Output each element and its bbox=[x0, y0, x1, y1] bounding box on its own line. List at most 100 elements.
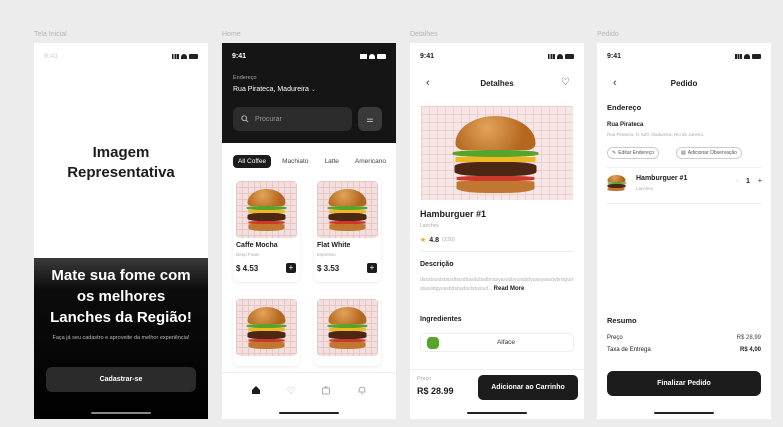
image-placeholder-text: Imagem Representativa bbox=[34, 143, 208, 183]
chip-all-coffee[interactable]: All Coffee bbox=[233, 155, 272, 168]
edit-address-button[interactable]: ✎ Editar Endereço bbox=[607, 147, 660, 159]
page-title: Pedido bbox=[670, 79, 698, 88]
image-placeholder-line: Representativa bbox=[67, 164, 175, 181]
price-label: Preço bbox=[417, 376, 432, 382]
bag-icon[interactable] bbox=[321, 385, 331, 398]
product-category: Lanches bbox=[420, 223, 439, 229]
product-card[interactable]: Caffe Mocha Deep Foam $ 4.53 + bbox=[233, 178, 300, 282]
category-chips: All Coffee Machiato Latte Americano bbox=[233, 155, 396, 168]
burger-image bbox=[317, 299, 378, 356]
details-screen: 9:41 ‹ Detalhes ♡ Hamburguer #1 Lanches … bbox=[410, 43, 584, 419]
add-button[interactable]: + bbox=[286, 263, 296, 273]
search-input[interactable]: Procurar bbox=[233, 107, 352, 131]
splash-headline: Mate sua fome com os melhores Lanches da… bbox=[34, 265, 208, 328]
finish-order-button[interactable]: Finalizar Pedido bbox=[607, 371, 761, 396]
signal-icon bbox=[172, 53, 179, 59]
home-indicator bbox=[91, 412, 151, 414]
status-time: 9:41 bbox=[44, 52, 59, 60]
status-bar: 9:41 bbox=[607, 51, 761, 61]
divider bbox=[607, 167, 761, 168]
status-bar: 9:41 bbox=[44, 51, 198, 61]
decrease-button[interactable]: - bbox=[736, 178, 738, 185]
status-time: 9:41 bbox=[420, 52, 435, 60]
add-note-label: Adicionar Observação bbox=[687, 150, 737, 156]
bell-icon[interactable] bbox=[357, 385, 367, 398]
battery-icon bbox=[189, 53, 198, 59]
signal-icon bbox=[548, 53, 555, 59]
headline-line: Mate sua fome com bbox=[51, 267, 191, 284]
edit-icon: ✎ bbox=[612, 150, 617, 156]
burger-image bbox=[236, 181, 297, 238]
order-item-category: Lanches bbox=[636, 186, 654, 191]
frame-label-home: Home bbox=[222, 31, 241, 38]
chip-americano[interactable]: Americano bbox=[350, 155, 391, 168]
street-detail: Rua Pirateca, N. 620, Madureira, Rio de … bbox=[607, 132, 705, 137]
chip-machiato[interactable]: Machiato bbox=[277, 155, 313, 168]
battery-icon bbox=[752, 53, 761, 59]
splash-subtitle: Faça já seu cadastro e aproveite da melh… bbox=[52, 335, 190, 341]
price-row: Preço R$ 28,99 bbox=[607, 335, 761, 341]
description-heading: Descrição bbox=[420, 261, 454, 268]
product-name: Flat White bbox=[317, 242, 351, 249]
home-indicator bbox=[654, 412, 714, 414]
order-item-name: Hamburguer #1 bbox=[636, 175, 688, 182]
add-note-button[interactable]: ▤ Adicionar Observação bbox=[676, 147, 742, 159]
image-placeholder-line: Imagem bbox=[92, 144, 150, 161]
star-icon: ★ bbox=[420, 237, 427, 244]
frame-label-splash: Tela Inicial bbox=[34, 31, 67, 38]
address-selector[interactable]: Rua Pirateca, Madureira ⌄ bbox=[233, 86, 316, 93]
status-time: 9:41 bbox=[607, 52, 622, 60]
signup-button[interactable]: Cadastrar-se bbox=[46, 367, 196, 392]
splash-screen: 9:41 Imagem Representativa Mate sua fome… bbox=[34, 43, 208, 419]
rating-count: (230) bbox=[442, 237, 455, 243]
ingredients-heading: Ingredientes bbox=[420, 316, 462, 323]
heart-icon[interactable]: ♡ bbox=[561, 77, 570, 88]
burger-image bbox=[317, 181, 378, 238]
summary-heading: Resumo bbox=[607, 316, 637, 325]
edit-address-label: Editar Endereço bbox=[618, 150, 655, 156]
note-icon: ▤ bbox=[681, 150, 686, 156]
chip-latte[interactable]: Latte bbox=[319, 155, 343, 168]
read-more-link[interactable]: Read More bbox=[494, 286, 525, 292]
product-card[interactable] bbox=[233, 296, 300, 366]
burger-hero-image bbox=[421, 106, 573, 200]
quantity-value: 1 bbox=[746, 178, 750, 185]
rating-value: 4.8 bbox=[429, 236, 440, 244]
delivery-label: Taxa de Entrega bbox=[607, 347, 651, 353]
product-name: Caffe Mocha bbox=[236, 242, 278, 249]
product-price: $ 4.53 bbox=[236, 264, 259, 273]
product-card[interactable] bbox=[314, 296, 381, 366]
wifi-icon bbox=[744, 53, 750, 59]
signal-icon bbox=[735, 53, 742, 59]
add-button[interactable]: + bbox=[367, 263, 377, 273]
product-desc: Espresso bbox=[317, 252, 336, 257]
page-title: Detalhes bbox=[480, 79, 514, 88]
increase-button[interactable]: + bbox=[758, 178, 762, 185]
frame-label-order: Pedido bbox=[597, 31, 619, 38]
product-title: Hamburguer #1 bbox=[420, 209, 487, 219]
status-time: 9:41 bbox=[232, 52, 247, 60]
add-to-cart-button[interactable]: Adicionar ao Carrinho bbox=[478, 375, 578, 400]
status-bar: 9:41 bbox=[232, 51, 386, 61]
headline-line: os melhores bbox=[76, 288, 166, 305]
price-label: Preço bbox=[607, 335, 623, 341]
product-card[interactable]: Flat White Espresso $ 3.53 + bbox=[314, 178, 381, 282]
headline-line: Lanches da Região! bbox=[50, 309, 192, 326]
home-indicator bbox=[279, 412, 339, 414]
battery-icon bbox=[565, 53, 574, 59]
order-screen: 9:41 ‹ Pedido Endereço Rua Pirateca Rua … bbox=[597, 43, 771, 419]
filter-button[interactable]: ⚌ bbox=[358, 107, 382, 131]
product-desc: Deep Foam bbox=[236, 252, 260, 257]
rating: ★ 4.8 (230) bbox=[420, 236, 455, 245]
burger-image bbox=[236, 299, 297, 356]
home-icon[interactable] bbox=[251, 385, 261, 398]
frame-label-details: Detalhes bbox=[410, 31, 438, 38]
home-screen: 9:41 Endereço Rua Pirateca, Madureira ⌄ … bbox=[222, 43, 396, 419]
delivery-value: R$ 4,00 bbox=[739, 347, 761, 353]
lettuce-icon bbox=[427, 336, 439, 349]
home-indicator bbox=[467, 412, 527, 414]
heart-icon[interactable]: ♡ bbox=[287, 386, 296, 397]
status-bar: 9:41 bbox=[420, 51, 574, 61]
signal-icon bbox=[360, 53, 367, 59]
divider bbox=[607, 203, 761, 204]
